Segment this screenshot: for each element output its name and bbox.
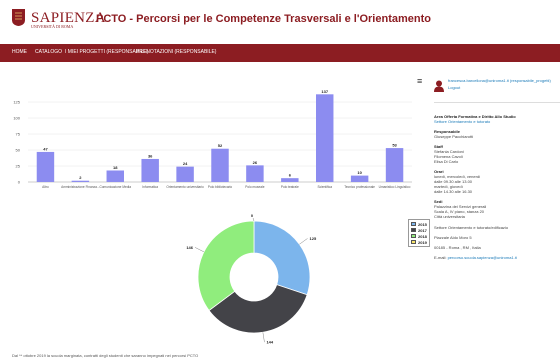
- x-tick-label: Umanistico Linguistico: [379, 185, 411, 189]
- x-tick-label: Polo teatrale: [281, 185, 299, 189]
- header: SAPIENZA UNIVERSITÀ DI ROMA PCTO - Perco…: [0, 0, 560, 38]
- y-tick-label: 25: [16, 164, 21, 169]
- pie-slice: [253, 220, 311, 296]
- page-title: PCTO - Percorsi per le Competenze Trasve…: [96, 13, 431, 25]
- x-tick-label: Polo bibliotecario: [208, 185, 233, 189]
- bar-value-label: 36: [148, 153, 153, 158]
- pie-label-connector: [194, 247, 205, 253]
- bar: [350, 175, 369, 182]
- contact-email: E-mail: percorso.scuola.sapienza@uniroma…: [434, 255, 517, 260]
- responsabile-name: Giuseppe Pacchiarotti: [434, 134, 474, 139]
- pie-value-label: 125: [310, 236, 317, 241]
- bar-value-label: 47: [43, 146, 48, 151]
- email-label: E-mail:: [434, 255, 447, 260]
- logo-subtitle: UNIVERSITÀ DI ROMA: [31, 24, 74, 29]
- address-line: Piazzale Aldo Moro 5: [434, 235, 472, 240]
- sapienza-logo-icon: [12, 9, 25, 26]
- bar-value-label: 10: [357, 170, 362, 175]
- bar: [385, 148, 404, 182]
- legend-label: 2019: [418, 239, 427, 245]
- nav-home[interactable]: HOME: [12, 49, 27, 55]
- settore-text: Settore Orientamento e tutorato/edificaz…: [434, 225, 509, 230]
- bar-value-label: 2: [79, 175, 82, 180]
- bar-value-label: 137: [321, 89, 328, 94]
- x-tick-label: Comunicazione Media: [99, 185, 131, 189]
- nav-catalogo[interactable]: CATALOGO: [35, 49, 62, 55]
- pie-value-label: 0: [251, 213, 254, 218]
- bar: [281, 178, 299, 182]
- bar: [106, 170, 124, 182]
- x-tick-label: Altro: [42, 185, 49, 189]
- pie-slice: [197, 220, 255, 311]
- bar: [71, 180, 90, 182]
- y-tick-label: 50: [16, 148, 21, 153]
- x-tick-label: Tecnico professionale: [344, 185, 375, 189]
- bar: [246, 165, 264, 182]
- legend-item[interactable]: 2019: [411, 239, 427, 245]
- area-subtitle-link[interactable]: Settore Orientamento e tutorato: [434, 119, 490, 124]
- x-tick-label: Amministrazione Finanza...: [61, 185, 100, 189]
- x-tick-label: Polo museale: [245, 185, 265, 189]
- y-tick-label: 125: [13, 100, 20, 105]
- legend-label: 2018: [418, 233, 427, 239]
- bar-value-label: 53: [392, 143, 397, 148]
- hamburger-icon: ≡: [417, 76, 423, 86]
- bar-value-label: 24: [183, 161, 188, 166]
- bar: [316, 94, 334, 182]
- footnote: Dal ** ottobre 2019 la scuola marginata,…: [12, 353, 199, 358]
- nav-prenotazioni[interactable]: PRENOTAZIONI (RESPONSABILE): [136, 49, 216, 55]
- bar-value-label: 52: [218, 143, 223, 148]
- address-line: 00185 - Roma , RM , Italia: [434, 245, 481, 250]
- statistics-chart: 025507510012547Altro2Amministrazione Fin…: [13, 89, 412, 345]
- sede-line: Città universitaria: [434, 214, 465, 219]
- pie-value-label: 144: [266, 340, 273, 345]
- bar: [211, 148, 229, 182]
- y-tick-label: 0: [18, 180, 21, 185]
- legend-label: 2017: [418, 227, 427, 233]
- x-tick-label: Scientifica: [317, 185, 332, 189]
- main-navbar: HOME CATALOGO I MIEI PROGETTI (RESPONSAB…: [0, 44, 560, 62]
- x-tick-label: Orientamento universitario: [166, 185, 204, 189]
- user-info: francesca.barcellona@uniroma1.it (respon…: [434, 76, 560, 100]
- bar-value-label: 18: [113, 165, 118, 170]
- sidebar: francesca.barcellona@uniroma1.it (respon…: [434, 76, 560, 260]
- y-tick-label: 100: [13, 116, 20, 121]
- x-tick-label: Informatica: [142, 185, 158, 189]
- legend-swatch: [411, 222, 416, 226]
- bar: [36, 151, 55, 182]
- y-tick-label: 75: [16, 132, 21, 137]
- staff-member: Elisa Di Carlo: [434, 159, 459, 164]
- logout-link[interactable]: Logout: [448, 85, 460, 90]
- legend-swatch: [411, 240, 416, 244]
- chart-menu-button[interactable]: ≡: [417, 76, 422, 86]
- contact-email-link[interactable]: percorso.scuola.sapienza@uniroma1.it: [448, 255, 517, 260]
- bar: [141, 158, 159, 182]
- divider: [434, 102, 560, 103]
- user-icon: [434, 80, 444, 92]
- pie-label-connector: [299, 238, 308, 245]
- pie-legend: 2015 2017 2018 2019: [408, 219, 430, 247]
- legend-swatch: [411, 228, 416, 232]
- legend-swatch: [411, 234, 416, 238]
- pie-value-label: 146: [186, 245, 193, 250]
- orari-line: dalle 14.30 alle 16.30: [434, 189, 473, 194]
- pie-label-connector: [252, 217, 255, 222]
- user-email-link[interactable]: francesca.barcellona@uniroma1.it (respon…: [448, 78, 551, 83]
- bar-value-label: 26: [253, 160, 258, 165]
- legend-label: 2015: [418, 221, 427, 227]
- bar: [176, 166, 194, 182]
- bar-value-label: 6: [289, 173, 292, 178]
- pie-label-connector: [262, 332, 265, 343]
